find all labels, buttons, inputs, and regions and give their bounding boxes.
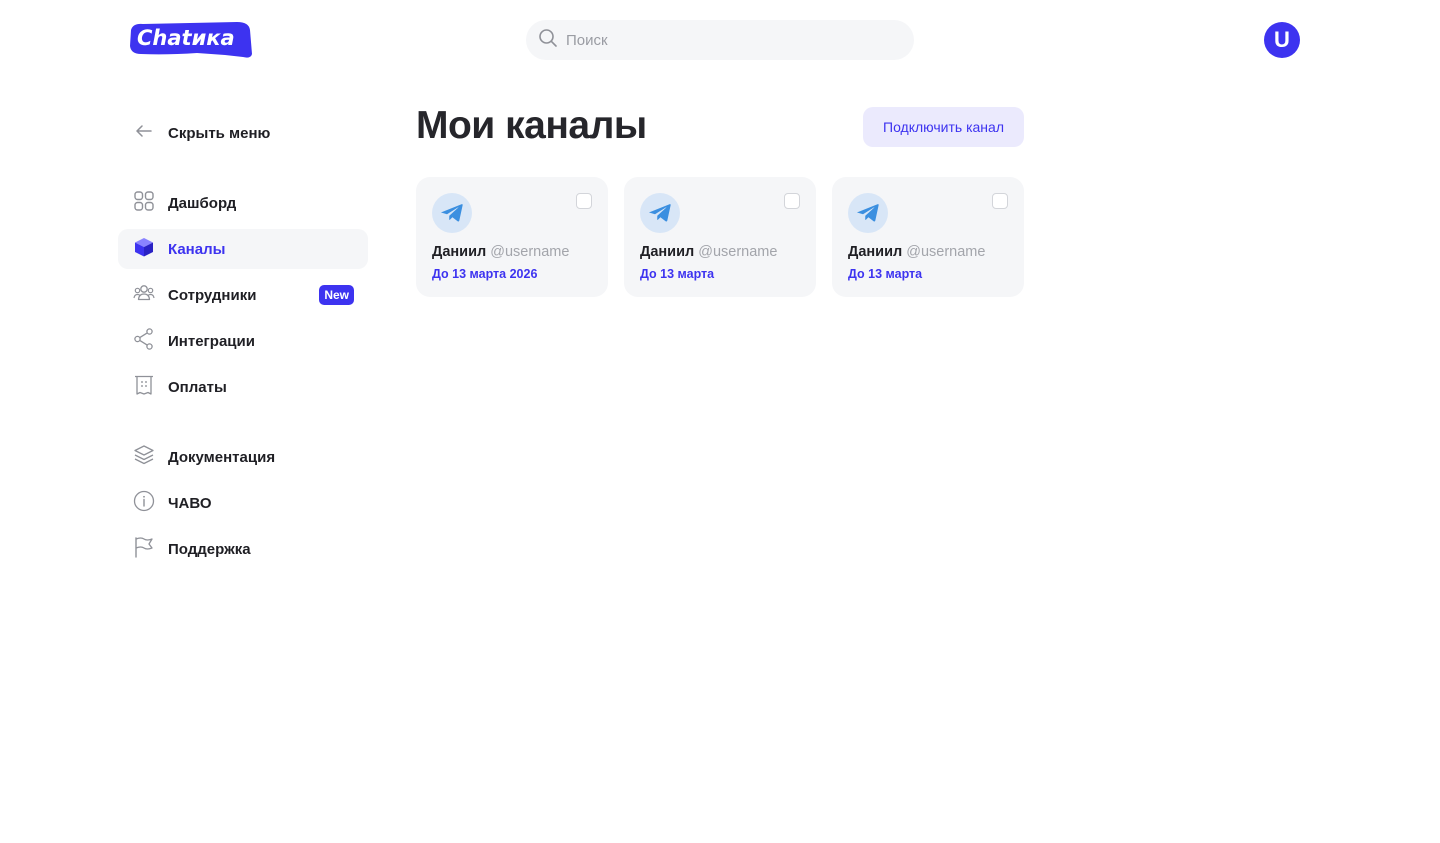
sidebar-item-label: Документация [168, 448, 276, 466]
card-name-line: Даниил @username [432, 244, 569, 260]
info-icon [133, 490, 155, 517]
new-badge: New [319, 285, 354, 305]
telegram-icon [848, 193, 888, 233]
telegram-icon [432, 193, 472, 233]
card-name: Даниил [432, 244, 487, 260]
card-expiry-date: До 13 марта [640, 267, 715, 281]
users-icon [133, 282, 155, 309]
sidebar-item-label: Сотрудники [168, 286, 257, 304]
search-icon [538, 28, 558, 53]
card-name: Даниил [848, 244, 903, 260]
connect-channel-button[interactable]: Подключить канал [863, 107, 1024, 147]
sidebar-item-label: Интеграции [168, 332, 255, 350]
sidebar-item-integrations[interactable]: Интеграции [118, 321, 368, 361]
card-checkbox[interactable] [784, 193, 800, 209]
search-input[interactable] [566, 31, 886, 49]
sidebar-item-payments[interactable]: Оплаты [118, 367, 368, 407]
hide-menu-label: Скрыть меню [168, 124, 271, 142]
svg-text:Chatика: Chatика [137, 26, 235, 50]
dashboard-icon [133, 190, 155, 217]
sidebar-item-label: Поддержка [168, 540, 251, 558]
sidebar-item-documentation[interactable]: Документация [118, 437, 368, 477]
card-username: @username [906, 244, 986, 260]
sidebar-item-dashboard[interactable]: Дашборд [118, 183, 368, 223]
card-name-line: Даниил @username [848, 244, 985, 260]
card-checkbox[interactable] [576, 193, 592, 209]
user-avatar[interactable]: U [1264, 22, 1300, 58]
search-bar[interactable] [526, 20, 914, 60]
chatika-logo[interactable]: Chatика [127, 20, 253, 60]
sidebar-item-label: Каналы [168, 240, 226, 258]
layers-icon [133, 444, 155, 471]
card-name: Даниил [640, 244, 695, 260]
page-title: Мои каналы [416, 104, 647, 147]
sidebar-item-label: Оплаты [168, 378, 227, 396]
card-username: @username [490, 244, 570, 260]
flag-icon [133, 536, 155, 563]
channel-card[interactable]: Даниил @username До 13 марта [832, 177, 1024, 297]
card-name-line: Даниил @username [640, 244, 777, 260]
card-expiry-date: До 13 марта [848, 267, 923, 281]
share-icon [133, 327, 155, 355]
receipt-icon [133, 374, 155, 401]
sidebar-item-label: ЧАВО [168, 494, 212, 512]
arrow-left-icon [134, 121, 154, 146]
channel-card[interactable]: Даниил @username До 13 марта 2026 [416, 177, 608, 297]
sidebar-item-support[interactable]: Поддержка [118, 529, 368, 569]
sidebar-item-label: Дашборд [168, 194, 237, 212]
channel-card[interactable]: Даниил @username До 13 марта [624, 177, 816, 297]
sidebar-item-employees[interactable]: Сотрудники New [118, 275, 368, 315]
sidebar-item-faq[interactable]: ЧАВО [118, 483, 368, 523]
card-username: @username [698, 244, 778, 260]
sidebar-item-channels[interactable]: Каналы [118, 229, 368, 269]
card-expiry-date: До 13 марта 2026 [432, 267, 538, 281]
telegram-icon [640, 193, 680, 233]
card-checkbox[interactable] [992, 193, 1008, 209]
hide-menu-button[interactable]: Скрыть меню [134, 122, 270, 144]
cube-icon [133, 236, 155, 263]
